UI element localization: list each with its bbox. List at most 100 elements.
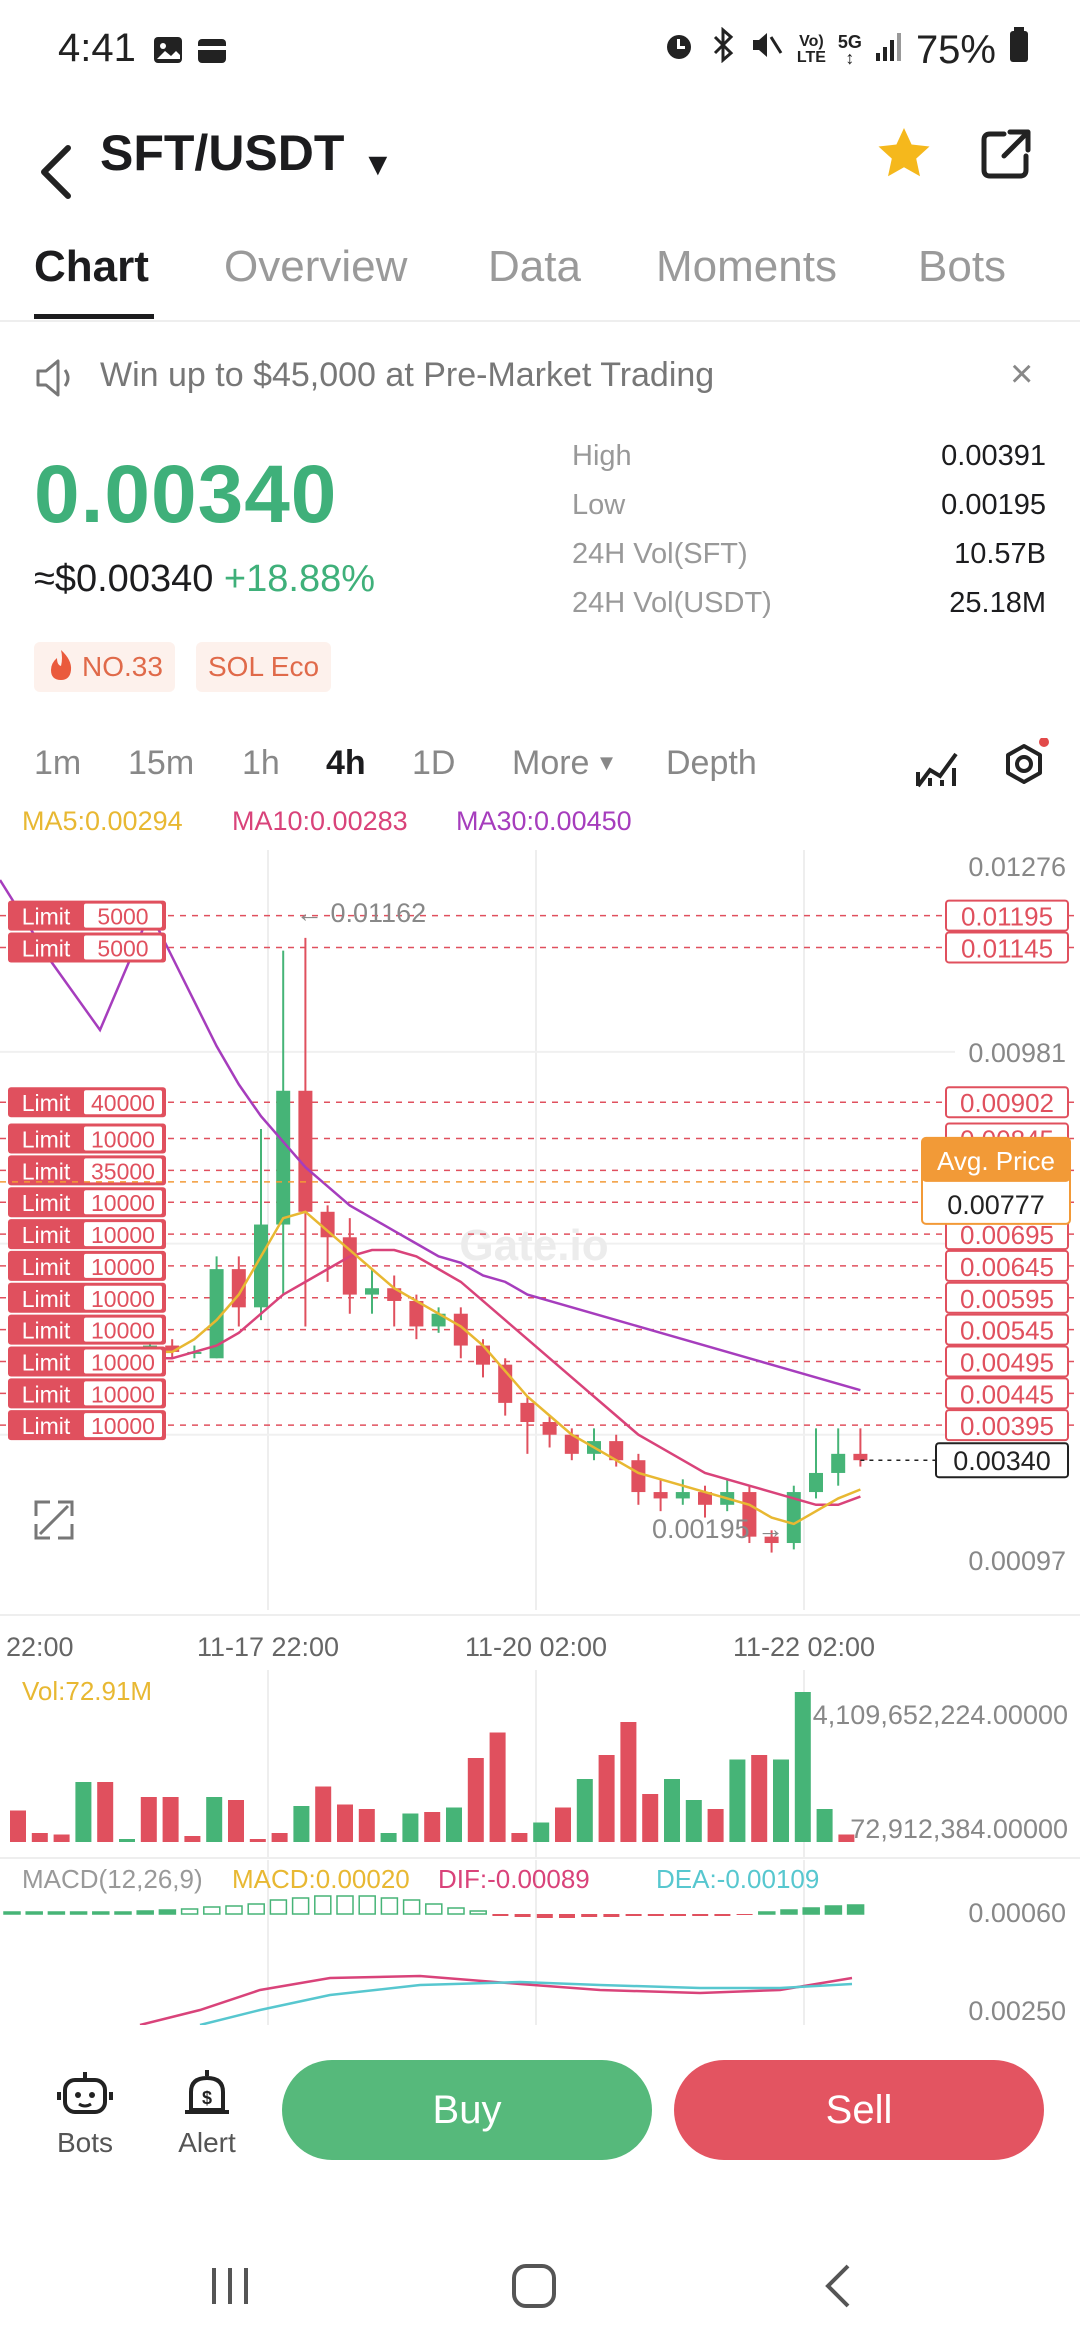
- candle-down: [476, 1345, 490, 1365]
- status-bar: 4:41 Vo) LTE 5G ↕ 75%: [0, 0, 1080, 110]
- bottom-action-bar: Bots $ Alert Buy Sell: [0, 2036, 1080, 2226]
- tab-overview[interactable]: Overview: [224, 242, 407, 292]
- chart-settings-gear-icon[interactable]: [996, 737, 1056, 799]
- volume-bar: [358, 1809, 375, 1842]
- candle-up: [831, 1453, 846, 1473]
- change-percent: +18.88%: [223, 558, 375, 600]
- order-qty-text: 10000: [91, 1222, 155, 1248]
- bots-button[interactable]: Bots: [50, 2066, 120, 2159]
- order-label[interactable]: Limit 10000: [8, 1346, 166, 1377]
- avg-price-label: Avg. Price: [937, 1146, 1055, 1176]
- promo-banner[interactable]: Win up to $45,000 at Pre-Market Trading …: [0, 340, 1080, 420]
- macd-value: MACD:0.00020: [232, 1864, 410, 1894]
- macd-hist-bar: [402, 1899, 421, 1915]
- banner-close-icon[interactable]: ×: [1010, 352, 1033, 397]
- candle-down: [653, 1492, 668, 1499]
- order-qty-text: 10000: [91, 1413, 155, 1439]
- volume-bar: [140, 1797, 157, 1842]
- order-label[interactable]: Limit 10000: [8, 1219, 166, 1250]
- order-label[interactable]: Limit 5000: [8, 932, 166, 963]
- candle-up: [365, 1288, 379, 1295]
- pair-title[interactable]: SFT/USDT: [100, 124, 344, 182]
- order-label[interactable]: Limit 40000: [8, 1087, 166, 1118]
- sell-button[interactable]: Sell: [674, 2060, 1044, 2160]
- interval-15m[interactable]: 15m: [128, 744, 194, 783]
- pair-dropdown-caret[interactable]: ▼: [362, 146, 394, 183]
- svg-text:$: $: [202, 2088, 212, 2108]
- candle-up: [809, 1472, 823, 1493]
- candle-down: [298, 1090, 313, 1212]
- order-label[interactable]: Limit 5000: [8, 900, 166, 931]
- x-tick: 11-20 02:00: [465, 1632, 607, 1662]
- volume-bar: [794, 1692, 811, 1842]
- tab-bots[interactable]: Bots: [918, 242, 1006, 292]
- order-qty-text: 5000: [97, 935, 148, 961]
- volume-bar: [664, 1779, 680, 1842]
- order-qty-text: 10000: [91, 1381, 155, 1407]
- banner-text: Win up to $45,000 at Pre-Market Trading: [100, 356, 715, 394]
- recent-apps-icon[interactable]: [206, 2264, 256, 2313]
- macd-hist-bar: [625, 1914, 642, 1916]
- ma-legend: MA5:0.00294 MA10:0.00283 MA30:0.00450: [0, 806, 1080, 846]
- more-label: More: [512, 744, 590, 782]
- macd-chart: MACD(12,26,9) MACD:0.00020 DIF:-0.00089 DEA…: [3, 1860, 1066, 2025]
- low-annotation: 0.00195 →: [652, 1514, 784, 1544]
- candle-up: [675, 1492, 690, 1499]
- order-price-tag-text: 0.00495: [960, 1347, 1054, 1377]
- y-tick: 0.01276: [968, 852, 1066, 882]
- interval-more[interactable]: More ▼: [512, 744, 617, 783]
- interval-1m[interactable]: 1m: [34, 744, 81, 783]
- order-qty-text: 10000: [91, 1318, 155, 1344]
- fullscreen-expand-icon[interactable]: [34, 1500, 74, 1540]
- interval-4h[interactable]: 4h: [326, 744, 366, 783]
- order-price-tag-text: 0.00645: [960, 1252, 1054, 1282]
- stat-high-label: High: [572, 440, 632, 472]
- order-type-text: Limit: [22, 1090, 71, 1116]
- ma10-value: MA10:0.00283: [232, 806, 408, 836]
- 5g-icon: 5G ↕: [837, 32, 862, 68]
- order-qty-text: 10000: [91, 1254, 155, 1280]
- volume-bar: [53, 1834, 70, 1842]
- candle-down: [631, 1460, 646, 1493]
- alert-button[interactable]: $ Alert: [172, 2066, 242, 2159]
- order-price-tag-text: 0.00395: [960, 1411, 1054, 1441]
- back-button[interactable]: [28, 132, 88, 212]
- order-label[interactable]: Limit 35000: [8, 1155, 166, 1186]
- volume-bar: [467, 1758, 484, 1842]
- interval-1h[interactable]: 1h: [242, 744, 280, 783]
- interval-1d[interactable]: 1D: [412, 744, 455, 783]
- order-label[interactable]: Limit 10000: [8, 1410, 166, 1441]
- volume-bar: [751, 1755, 768, 1842]
- order-label[interactable]: Limit 10000: [8, 1314, 166, 1345]
- tab-moments[interactable]: Moments: [656, 242, 837, 292]
- eco-badge[interactable]: SOL Eco: [196, 642, 332, 692]
- tab-chart[interactable]: Chart: [34, 242, 149, 292]
- volume-bar: [97, 1782, 114, 1842]
- buy-button[interactable]: Buy: [282, 2060, 652, 2160]
- volume-bar: [184, 1836, 201, 1842]
- candlestick-chart[interactable]: Gate.io ← 0.01162 0.00195 → 0.01276 0.00981 0…: [0, 850, 1080, 1670]
- order-price-tag-text: 0.00445: [960, 1379, 1054, 1409]
- volume-bar: [315, 1786, 332, 1842]
- order-label[interactable]: Limit 10000: [8, 1250, 166, 1281]
- favorite-star-icon[interactable]: [874, 124, 934, 184]
- rank-badge[interactable]: NO.33: [34, 642, 175, 692]
- macd-hist-bar: [225, 1905, 243, 1915]
- volume-bar: [707, 1809, 724, 1842]
- home-icon[interactable]: [510, 2262, 560, 2317]
- x-tick: 22:00: [6, 1632, 74, 1662]
- macd-hist-bar: [581, 1914, 598, 1917]
- candle-down: [853, 1453, 868, 1461]
- order-label[interactable]: Limit 10000: [8, 1187, 166, 1218]
- tab-data[interactable]: Data: [488, 242, 581, 292]
- back-nav-icon[interactable]: [818, 2262, 858, 2317]
- order-label[interactable]: Limit 10000: [8, 1378, 166, 1409]
- candle-down: [542, 1421, 557, 1435]
- indicator-settings-icon[interactable]: [912, 742, 962, 797]
- order-label[interactable]: Limit 10000: [8, 1282, 166, 1313]
- share-icon[interactable]: [976, 124, 1036, 184]
- order-qty-text: 10000: [91, 1286, 155, 1312]
- robot-icon: [57, 2072, 113, 2114]
- interval-depth[interactable]: Depth: [666, 744, 757, 783]
- order-label[interactable]: Limit 10000: [8, 1123, 166, 1154]
